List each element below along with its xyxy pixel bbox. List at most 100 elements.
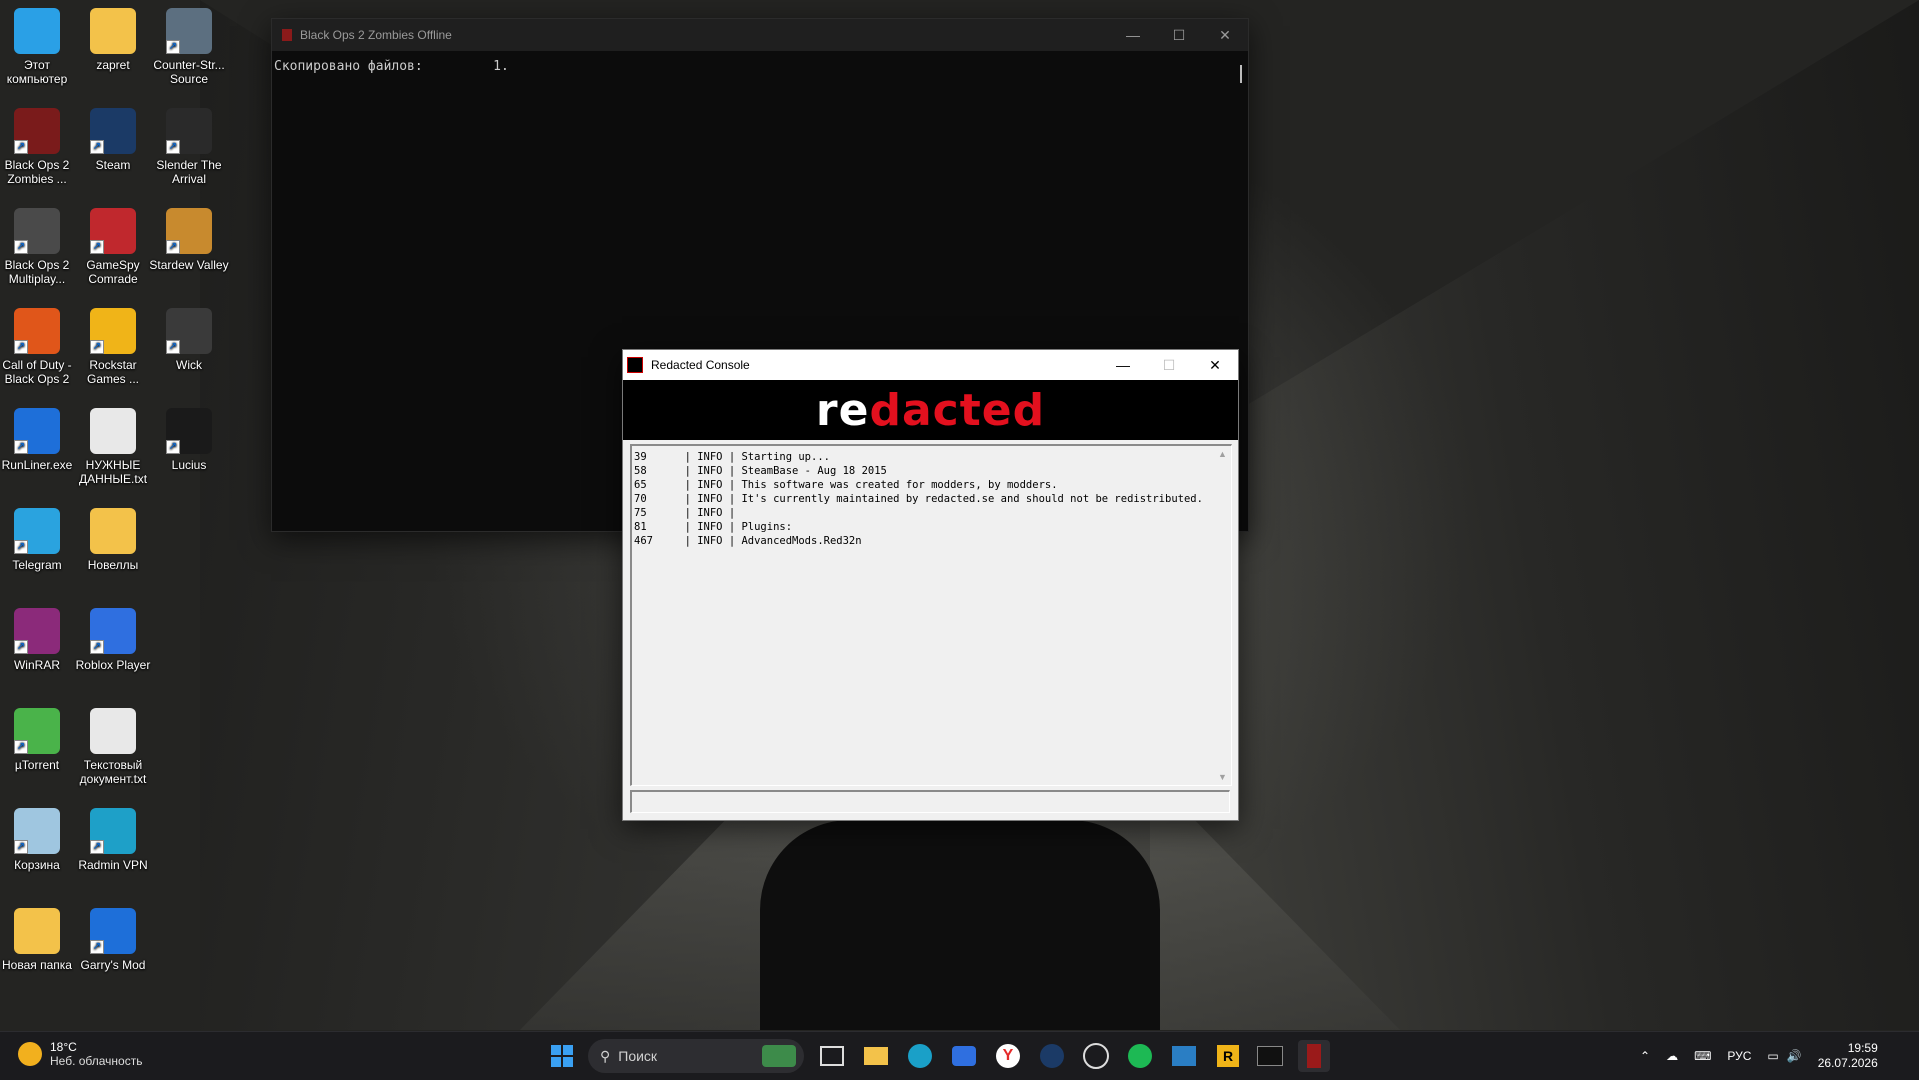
text-file-icon [90, 408, 136, 454]
lucius-icon: ↗ [166, 408, 212, 454]
yandex-browser-icon[interactable]: Y [992, 1040, 1024, 1072]
desktop-icon[interactable]: Текстовый документ.txt [72, 700, 154, 786]
start-button[interactable] [546, 1040, 578, 1072]
terminal-app-icon [282, 29, 292, 41]
network-icon[interactable]: ▭ [1767, 1049, 1778, 1063]
minimize-button[interactable]: — [1110, 19, 1156, 51]
taskbar-search[interactable]: ⚲ Поиск [588, 1039, 804, 1073]
redacted-logo: re dacted [623, 380, 1238, 440]
desktop-icon[interactable]: zapret [72, 0, 154, 72]
desktop-icon[interactable]: ↗ Slender The Arrival [148, 100, 230, 186]
desktop-icon-label: Telegram [12, 558, 62, 572]
folder-icon [14, 908, 60, 954]
desktop-icon[interactable]: ↗ GameSpy Comrade [72, 200, 154, 286]
desktop-icon[interactable]: ↗ Roblox Player [72, 600, 154, 672]
shortcut-arrow-icon: ↗ [166, 440, 180, 454]
desktop-icon[interactable]: ↗ Корзина [0, 800, 78, 872]
edge-icon[interactable] [904, 1040, 936, 1072]
desktop-icon[interactable]: ↗ µTorrent [0, 700, 78, 772]
desktop-icon[interactable]: ↗ Black Ops 2 Zombies ... [0, 100, 78, 186]
clock-time: 19:59 [1847, 1041, 1878, 1055]
desktop-icon-label: Stardew Valley [149, 258, 229, 272]
redacted-console-window[interactable]: Redacted Console — ☐ ✕ re dacted 39 | INF… [622, 349, 1239, 821]
terminal-scrollbar[interactable] [1240, 65, 1242, 83]
volume-icon[interactable]: 🔊 [1787, 1049, 1802, 1063]
alarm-clock-icon[interactable] [1080, 1040, 1112, 1072]
desktop-icon[interactable]: ↗ Lucius [148, 400, 230, 472]
console-input[interactable] [630, 790, 1230, 813]
terminal-titlebar[interactable]: Black Ops 2 Zombies Offline — ☐ ✕ [272, 19, 1248, 51]
steam-taskbar-icon[interactable] [1036, 1040, 1068, 1072]
log-line: 58 | INFO | SteamBase - Aug 18 2015 [634, 465, 887, 477]
search-highlight-icon [762, 1045, 796, 1067]
desktop-icon[interactable]: ↗ Stardew Valley [148, 200, 230, 272]
chevron-up-icon[interactable]: ⌃ [1640, 1049, 1650, 1063]
desktop-icon[interactable]: Этот компьютер [0, 0, 78, 86]
task-view-icon[interactable] [816, 1040, 848, 1072]
desktop-icon[interactable]: ↗ Radmin VPN [72, 800, 154, 872]
weather-sun-icon [18, 1042, 42, 1066]
app-icon: ↗ [14, 408, 60, 454]
desktop-icon-label: Текстовый документ.txt [79, 758, 147, 786]
console-scrollbar[interactable]: ▲ ▼ [1214, 446, 1231, 785]
desktop-icon[interactable]: ↗ Wick [148, 300, 230, 372]
rockstar-launcher-icon[interactable]: R [1212, 1040, 1244, 1072]
roblox-icon: ↗ [90, 608, 136, 654]
black-ops-icon: ↗ [14, 308, 60, 354]
desktop-icon[interactable]: ↗ Steam [72, 100, 154, 172]
desktop-icon[interactable]: Новая папка [0, 900, 78, 972]
desktop-icon[interactable]: ↗ Call of Duty - Black Ops 2 [0, 300, 78, 386]
desktop-icon-label: GameSpy Comrade [86, 258, 140, 286]
close-button[interactable]: ✕ [1202, 19, 1248, 51]
photos-icon[interactable] [1168, 1040, 1200, 1072]
shortcut-arrow-icon: ↗ [166, 240, 180, 254]
terminal-output: Скопировано файлов: 1. [274, 59, 509, 74]
mail-icon[interactable] [948, 1040, 980, 1072]
shortcut-arrow-icon: ↗ [14, 640, 28, 654]
clock-date: 26.07.2026 [1817, 1056, 1878, 1070]
onedrive-icon[interactable]: ☁ [1666, 1049, 1678, 1063]
shortcut-arrow-icon: ↗ [14, 840, 28, 854]
desktop-icon[interactable]: ↗ Telegram [0, 500, 78, 572]
desktop-icon[interactable]: ↗ Black Ops 2 Multiplay... [0, 200, 78, 286]
terminal-title: Black Ops 2 Zombies Offline [300, 28, 452, 42]
desktop-icon[interactable]: ↗ WinRAR [0, 600, 78, 672]
desktop-icon-label: Новая папка [2, 958, 72, 972]
scroll-down-icon[interactable]: ▼ [1214, 769, 1231, 785]
shortcut-arrow-icon: ↗ [166, 40, 180, 54]
shortcut-arrow-icon: ↗ [90, 340, 104, 354]
file-explorer-icon[interactable] [860, 1040, 892, 1072]
desktop-icon-label: Radmin VPN [78, 858, 148, 872]
desktop-icon[interactable]: ↗ Rockstar Games ... [72, 300, 154, 386]
maximize-button[interactable]: ☐ [1146, 349, 1192, 381]
radmin-vpn-icon: ↗ [90, 808, 136, 854]
console-titlebar[interactable]: Redacted Console — ☐ ✕ [623, 350, 1238, 380]
winrar-icon: ↗ [14, 608, 60, 654]
desktop-icon[interactable]: ↗ Counter-Str... Source [148, 0, 230, 86]
language-indicator[interactable]: РУС [1727, 1049, 1751, 1063]
taskbar: 18°C Неб. облачность ⚲ Поиск Y R ⌃ ☁ ⌨ Р… [0, 1031, 1919, 1080]
desktop-icon[interactable]: НУЖНЫЕ ДАННЫЕ.txt [72, 400, 154, 486]
scroll-up-icon[interactable]: ▲ [1214, 446, 1231, 462]
shortcut-arrow-icon: ↗ [14, 140, 28, 154]
desktop-icon-label: Steam [95, 158, 131, 172]
close-button[interactable]: ✕ [1192, 349, 1238, 381]
spotify-icon[interactable] [1124, 1040, 1156, 1072]
desktop-icon-label: Lucius [171, 458, 207, 472]
desktop-icon[interactable]: ↗ Garry's Mod [72, 900, 154, 972]
shortcut-arrow-icon: ↗ [166, 340, 180, 354]
slender-icon: ↗ [166, 108, 212, 154]
folder-icon [90, 8, 136, 54]
terminal-taskbar-icon[interactable] [1254, 1040, 1286, 1072]
clock[interactable]: 19:59 26.07.2026 [1818, 1041, 1878, 1071]
counter-strike-icon: ↗ [166, 8, 212, 54]
black-ops-taskbar-icon[interactable] [1298, 1040, 1330, 1072]
console-title: Redacted Console [651, 358, 750, 372]
minimize-button[interactable]: — [1100, 349, 1146, 381]
desktop-icon[interactable]: ↗ RunLiner.exe [0, 400, 78, 472]
weather-widget[interactable]: 18°C Неб. облачность [18, 1040, 142, 1068]
desktop-icon[interactable]: Новеллы [72, 500, 154, 572]
maximize-button[interactable]: ☐ [1156, 19, 1202, 51]
keyboard-icon[interactable]: ⌨ [1694, 1049, 1711, 1063]
text-file-icon [90, 708, 136, 754]
